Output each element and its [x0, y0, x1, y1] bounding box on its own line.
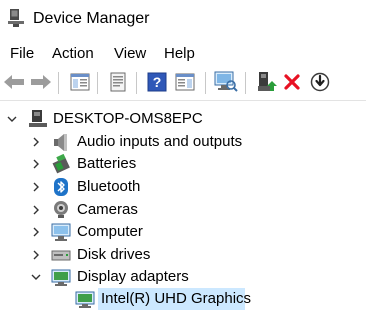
tree-item-bluetooth[interactable]: Bluetooth — [0, 176, 366, 198]
uninstall-device-icon — [284, 74, 300, 90]
display-adapter-icon — [75, 291, 95, 308]
back-button[interactable] — [1, 69, 27, 95]
help-icon: ? — [147, 72, 167, 92]
chevron-right-icon[interactable] — [29, 202, 43, 218]
menu-action[interactable]: Action — [51, 43, 95, 65]
toolbar-divider — [0, 100, 366, 101]
display-adapter-icon — [51, 269, 71, 286]
menu-help[interactable]: Help — [163, 43, 196, 65]
toolbar: ? — [0, 68, 366, 98]
tree-item-label: Batteries — [77, 155, 137, 172]
chevron-right-icon[interactable] — [29, 247, 43, 263]
monitor-icon — [51, 223, 71, 241]
scan-hardware-changes-button[interactable] — [213, 69, 239, 95]
tree-item-label: Audio inputs and outputs — [77, 133, 243, 150]
toolbar-separator — [136, 72, 137, 94]
tree-item-batteries[interactable]: Batteries — [0, 153, 366, 175]
menu-bar: File Action View Help — [0, 43, 366, 65]
disable-device-icon — [310, 72, 330, 92]
tree-item-label: Disk drives — [77, 246, 151, 263]
computer-icon — [29, 110, 47, 127]
show-hide-console-tree-button[interactable] — [67, 69, 93, 95]
bluetooth-icon — [54, 178, 68, 196]
tree-item-label: Cameras — [77, 201, 138, 218]
menu-view[interactable]: View — [113, 43, 147, 65]
toolbar-separator — [245, 72, 246, 94]
tree-item-disk-drives[interactable]: Disk drives — [0, 244, 366, 266]
chevron-right-icon[interactable] — [29, 179, 43, 195]
update-driver-button[interactable] — [254, 69, 280, 95]
device-manager-icon — [8, 9, 24, 27]
back-arrow-icon — [4, 75, 24, 89]
speaker-icon — [54, 134, 67, 151]
toolbar-separator — [58, 72, 59, 94]
chevron-right-icon[interactable] — [29, 156, 43, 172]
tree-item-label: Display adapters — [77, 268, 189, 285]
tree-item-audio-inputs-and-outputs[interactable]: Audio inputs and outputs — [0, 131, 366, 153]
update-driver-icon — [258, 72, 277, 91]
window-title: Device Manager — [33, 10, 150, 27]
camera-icon — [54, 201, 68, 218]
toolbar-separator — [97, 72, 98, 94]
tree-root-item[interactable]: DESKTOP-OMS8EPC — [0, 108, 366, 130]
toolbar-separator — [205, 72, 206, 94]
scan-hardware-changes-icon — [214, 71, 238, 92]
disable-device-button[interactable] — [307, 69, 333, 95]
battery-icon — [52, 154, 70, 174]
help-button[interactable]: ? — [144, 69, 170, 95]
tree-item-cameras[interactable]: Cameras — [0, 199, 366, 221]
action-pane-icon — [175, 73, 195, 91]
tree-root-label: DESKTOP-OMS8EPC — [53, 110, 203, 127]
uninstall-device-button[interactable] — [279, 69, 305, 95]
title-bar: Device Manager — [0, 0, 366, 38]
tree-item-computer[interactable]: Computer — [0, 221, 366, 243]
svg-text:?: ? — [153, 74, 162, 90]
properties-button[interactable] — [105, 69, 131, 95]
chevron-down-icon[interactable] — [29, 269, 43, 285]
chevron-down-icon[interactable] — [5, 111, 19, 127]
forward-arrow-icon — [31, 75, 51, 89]
chevron-right-icon[interactable] — [29, 224, 43, 240]
tree-item-label: Intel(R) UHD Graphics — [101, 290, 252, 307]
properties-icon — [110, 72, 126, 92]
chevron-right-icon[interactable] — [29, 134, 43, 150]
tree-item-label: Computer — [77, 223, 143, 240]
tree-item-display-adapters[interactable]: Display adapters — [0, 266, 366, 288]
action-pane-button[interactable] — [172, 69, 198, 95]
tree-item-intel-uhd-graphics[interactable]: Intel(R) UHD Graphics — [0, 288, 366, 310]
tree-item-label: Bluetooth — [77, 178, 141, 195]
show-hide-console-tree-icon — [70, 73, 90, 91]
disk-drive-icon — [51, 250, 71, 261]
forward-button[interactable] — [28, 69, 54, 95]
menu-file[interactable]: File — [9, 43, 35, 65]
